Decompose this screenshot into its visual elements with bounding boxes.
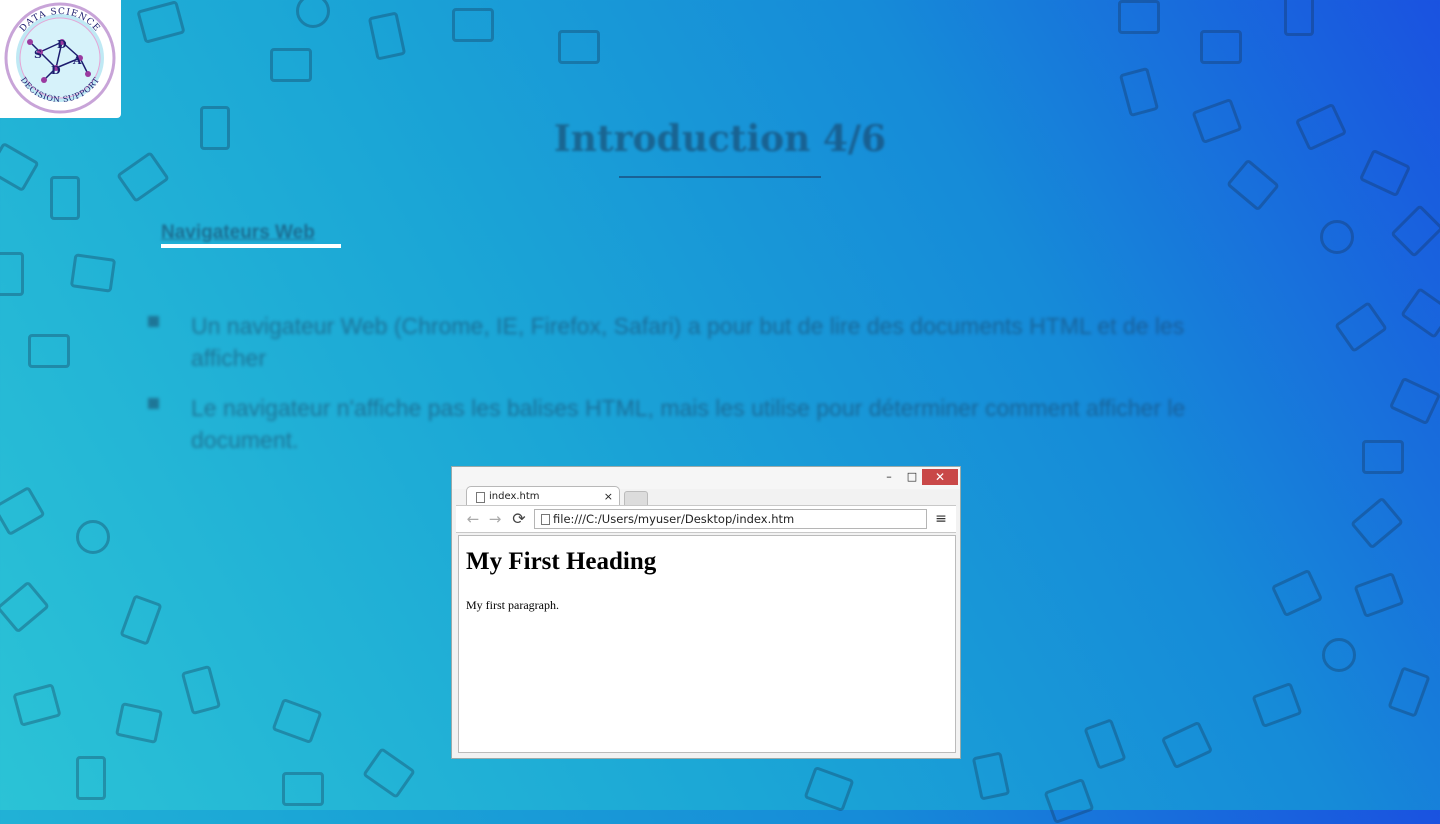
back-arrow-icon[interactable]: ←: [464, 510, 482, 528]
page-paragraph: My first paragraph.: [466, 598, 559, 612]
logo-letter-d2: D: [51, 64, 61, 77]
subtitle-underline: [161, 244, 341, 248]
bullet-text: Un navigateur Web (Chrome, IE, Firefox, …: [191, 313, 1185, 371]
page-icon: [476, 492, 485, 503]
keyboard-icon: [270, 48, 312, 82]
scissors-icon: [296, 0, 330, 28]
bullet-marker: [148, 316, 159, 327]
document-icon: [136, 0, 186, 44]
usb-icon: [1225, 158, 1281, 212]
game-icon: [1362, 440, 1404, 474]
logo-letter-a: A: [72, 54, 82, 67]
cookie-icon: [1322, 638, 1356, 672]
bullet-marker: [148, 398, 159, 409]
ruler-icon: [0, 252, 24, 296]
logo-letter-d: D: [57, 38, 67, 51]
tab-title: index.htm: [489, 491, 540, 502]
tablet-icon: [1160, 720, 1214, 770]
address-bar[interactable]: [534, 509, 927, 529]
title-underline: [619, 176, 821, 178]
page-icon: [541, 514, 550, 525]
browser-toolbar: ← → ⟳ ≡: [456, 505, 956, 533]
keyboard-icon: [803, 765, 855, 813]
section-subtitle: Navigateurs Web: [161, 222, 315, 243]
notepad-icon: [0, 580, 51, 634]
slide-title: Introduction 4/6: [553, 118, 887, 160]
note-icon: [28, 334, 70, 368]
mouse-icon: [1400, 287, 1440, 339]
notebook-icon: [50, 176, 80, 220]
phone-icon: [1118, 66, 1160, 118]
minimize-button[interactable]: –: [878, 469, 900, 485]
logo: S D A D DATA SCIENCE DECISION SUPPORT: [0, 0, 121, 118]
mouse-icon: [452, 8, 494, 42]
paper-icon: [271, 697, 323, 745]
card-icon: [1251, 681, 1303, 729]
receipt-icon: [180, 664, 222, 716]
marker-icon: [1390, 204, 1440, 258]
bullet-text: Le navigateur n'affiche pas les balises …: [191, 395, 1186, 453]
mail-icon: [1200, 30, 1242, 64]
pen-icon: [1388, 376, 1440, 426]
bullet-item: Le navigateur n'affiche pas les balises …: [148, 392, 1218, 456]
logo-letter-s: S: [34, 48, 42, 61]
browser-tab[interactable]: index.htm ×: [466, 486, 620, 506]
new-tab-button[interactable]: [624, 491, 648, 506]
marker-icon: [1353, 571, 1405, 619]
phone-icon: [1083, 718, 1127, 770]
page-heading: My First Heading: [466, 548, 657, 575]
paperclip-icon: [0, 485, 46, 537]
scissors-icon: [1320, 220, 1354, 254]
phone-icon: [1284, 0, 1314, 36]
ruler-icon: [114, 702, 164, 744]
close-window-button[interactable]: ✕: [922, 469, 958, 485]
notebook-icon: [971, 751, 1011, 801]
bullet-list: Un navigateur Web (Chrome, IE, Firefox, …: [148, 310, 1218, 474]
tablet-icon: [69, 253, 117, 293]
mouse-icon: [76, 520, 110, 554]
url-input[interactable]: [553, 511, 913, 527]
phone-icon: [1043, 777, 1095, 824]
notebook-icon: [76, 756, 106, 800]
card-icon: [12, 683, 62, 727]
paper-icon: [1334, 301, 1388, 353]
logo-emblem: S D A D DATA SCIENCE DECISION SUPPORT: [4, 2, 116, 114]
wallet-icon: [282, 772, 324, 806]
mail-icon: [1270, 568, 1324, 618]
image-icon: [1118, 0, 1160, 34]
reload-icon[interactable]: ⟳: [510, 510, 528, 528]
forward-arrow-icon[interactable]: →: [486, 510, 504, 528]
disk-icon: [1349, 496, 1405, 550]
page-viewport: My First Heading My first paragraph.: [458, 535, 956, 753]
document-icon: [367, 11, 407, 61]
phone-icon: [119, 594, 163, 646]
set-square-icon: [362, 747, 416, 799]
menu-icon[interactable]: ≡: [933, 510, 949, 528]
wallet-icon: [558, 30, 600, 64]
maximize-button[interactable]: □: [901, 469, 923, 485]
tab-close-icon[interactable]: ×: [604, 487, 613, 507]
browser-window: – □ ✕ index.htm × ← → ⟳ ≡ My First Headi…: [451, 466, 961, 759]
bullet-item: Un navigateur Web (Chrome, IE, Firefox, …: [148, 310, 1218, 374]
ruler-icon: [1387, 666, 1431, 718]
